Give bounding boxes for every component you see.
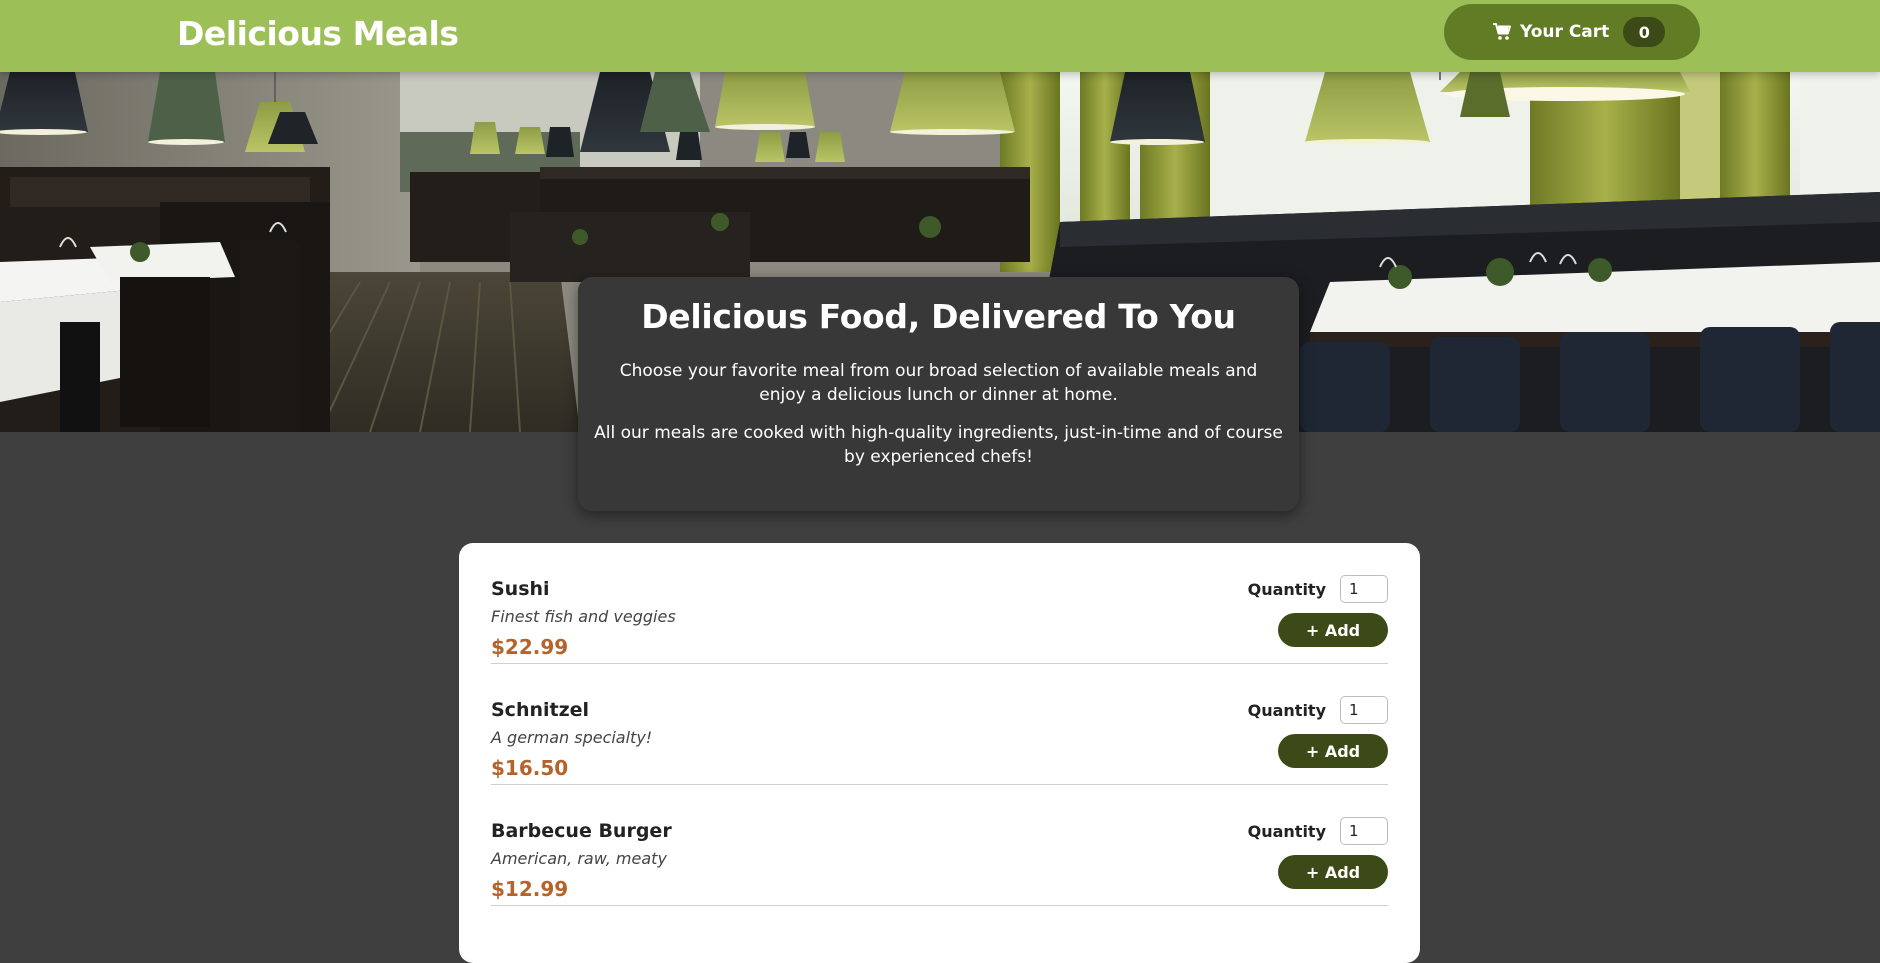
summary-card: Delicious Food, Delivered To You Choose … (578, 277, 1299, 511)
quantity-input[interactable] (1340, 696, 1388, 724)
cart-icon (1492, 22, 1512, 42)
summary-paragraph-2: All our meals are cooked with high-quali… (594, 423, 1283, 467)
add-button[interactable]: + Add (1278, 613, 1388, 647)
meal-item: Sushi Finest fish and veggies $22.99 Qua… (491, 543, 1388, 664)
add-button[interactable]: + Add (1278, 855, 1388, 889)
meal-item: Schnitzel A german specialty! $16.50 Qua… (491, 664, 1388, 785)
quantity-label: Quantity (1247, 579, 1326, 599)
meals-list: Sushi Finest fish and veggies $22.99 Qua… (459, 543, 1420, 963)
brand-title: Delicious Meals (177, 14, 459, 53)
summary-paragraph-1: Choose your favorite meal from our broad… (619, 361, 1258, 405)
quantity-label: Quantity (1247, 700, 1326, 720)
cart-count-badge: 0 (1623, 17, 1666, 47)
quantity-input[interactable] (1340, 817, 1388, 845)
quantity-label: Quantity (1247, 821, 1326, 841)
meal-form: Quantity + Add (1168, 696, 1388, 768)
add-button[interactable]: + Add (1278, 734, 1388, 768)
meal-form: Quantity + Add (1168, 575, 1388, 647)
cart-button[interactable]: Your Cart 0 (1444, 4, 1700, 60)
cart-label: Your Cart (1520, 22, 1610, 42)
meal-form: Quantity + Add (1168, 817, 1388, 889)
summary-title: Delicious Food, Delivered To You (641, 297, 1236, 336)
meal-item: Barbecue Burger American, raw, meaty $12… (491, 785, 1388, 906)
quantity-input[interactable] (1340, 575, 1388, 603)
top-header: Delicious Meals Your Cart 0 (0, 0, 1880, 72)
